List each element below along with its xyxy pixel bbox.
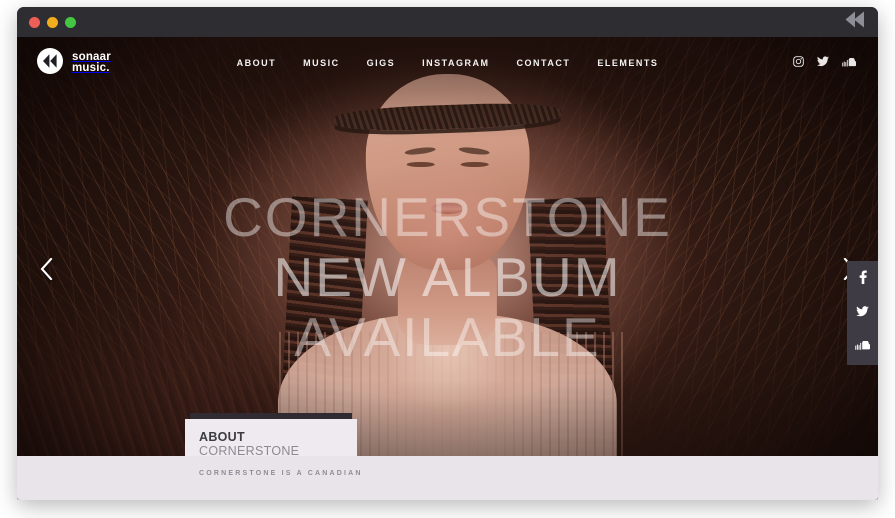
twitter-icon[interactable]	[817, 54, 829, 72]
about-section: CORNERSTONE IS A CANADIAN	[17, 456, 878, 500]
soundcloud-icon[interactable]	[855, 337, 872, 355]
eye-right	[460, 162, 489, 167]
close-button[interactable]	[29, 16, 40, 28]
lips	[431, 203, 464, 214]
instagram-icon[interactable]	[793, 54, 804, 72]
social-sidebar	[847, 261, 878, 365]
hero-background-image	[17, 37, 878, 500]
about-heading-strong: ABOUT	[199, 430, 245, 444]
slider-prev-button[interactable]	[31, 254, 61, 284]
eyebrow-right	[458, 146, 491, 157]
nav-item-instagram[interactable]: INSTAGRAM	[422, 58, 489, 68]
rewind-icon[interactable]	[844, 11, 866, 34]
minimize-button[interactable]	[47, 16, 58, 28]
nav-item-gigs[interactable]: GIGS	[367, 58, 396, 68]
eye-left	[406, 162, 435, 167]
main-navigation: ABOUT MUSIC GIGS INSTAGRAM CONTACT ELEME…	[237, 58, 659, 68]
soundcloud-icon[interactable]	[842, 54, 858, 72]
browser-window: sonaar music. ABOUT MUSIC GIGS INSTAGRAM…	[17, 7, 878, 500]
about-heading-light: CORNERSTONE	[199, 444, 300, 458]
nav-item-contact[interactable]: CONTACT	[517, 58, 571, 68]
nav-item-about[interactable]: ABOUT	[237, 58, 277, 68]
brand-wordmark: sonaar music.	[72, 51, 111, 75]
zoom-button[interactable]	[65, 16, 76, 28]
chevron-left-icon	[40, 257, 53, 280]
brand-logo[interactable]: sonaar music.	[37, 47, 111, 79]
eyebrow-left	[404, 146, 437, 157]
traffic-lights	[29, 16, 76, 28]
about-card: ABOUT CORNERSTONE	[185, 413, 357, 458]
window-titlebar	[17, 7, 878, 37]
facebook-icon[interactable]	[859, 270, 867, 289]
site-header: sonaar music. ABOUT MUSIC GIGS INSTAGRAM…	[17, 37, 878, 89]
about-heading: ABOUT CORNERSTONE	[199, 430, 300, 458]
twitter-icon[interactable]	[856, 304, 869, 322]
brand-line-2: music.	[72, 62, 110, 74]
page-viewport: sonaar music. ABOUT MUSIC GIGS INSTAGRAM…	[17, 37, 878, 500]
braided-headband	[332, 101, 563, 134]
about-body-text: CORNERSTONE IS A CANADIAN	[199, 470, 363, 477]
titlebar-right-controls	[844, 11, 866, 34]
sonaar-logo-icon	[37, 47, 63, 79]
nav-item-elements[interactable]: ELEMENTS	[597, 58, 658, 68]
nav-item-music[interactable]: MUSIC	[303, 58, 340, 68]
header-social-links	[793, 54, 858, 72]
